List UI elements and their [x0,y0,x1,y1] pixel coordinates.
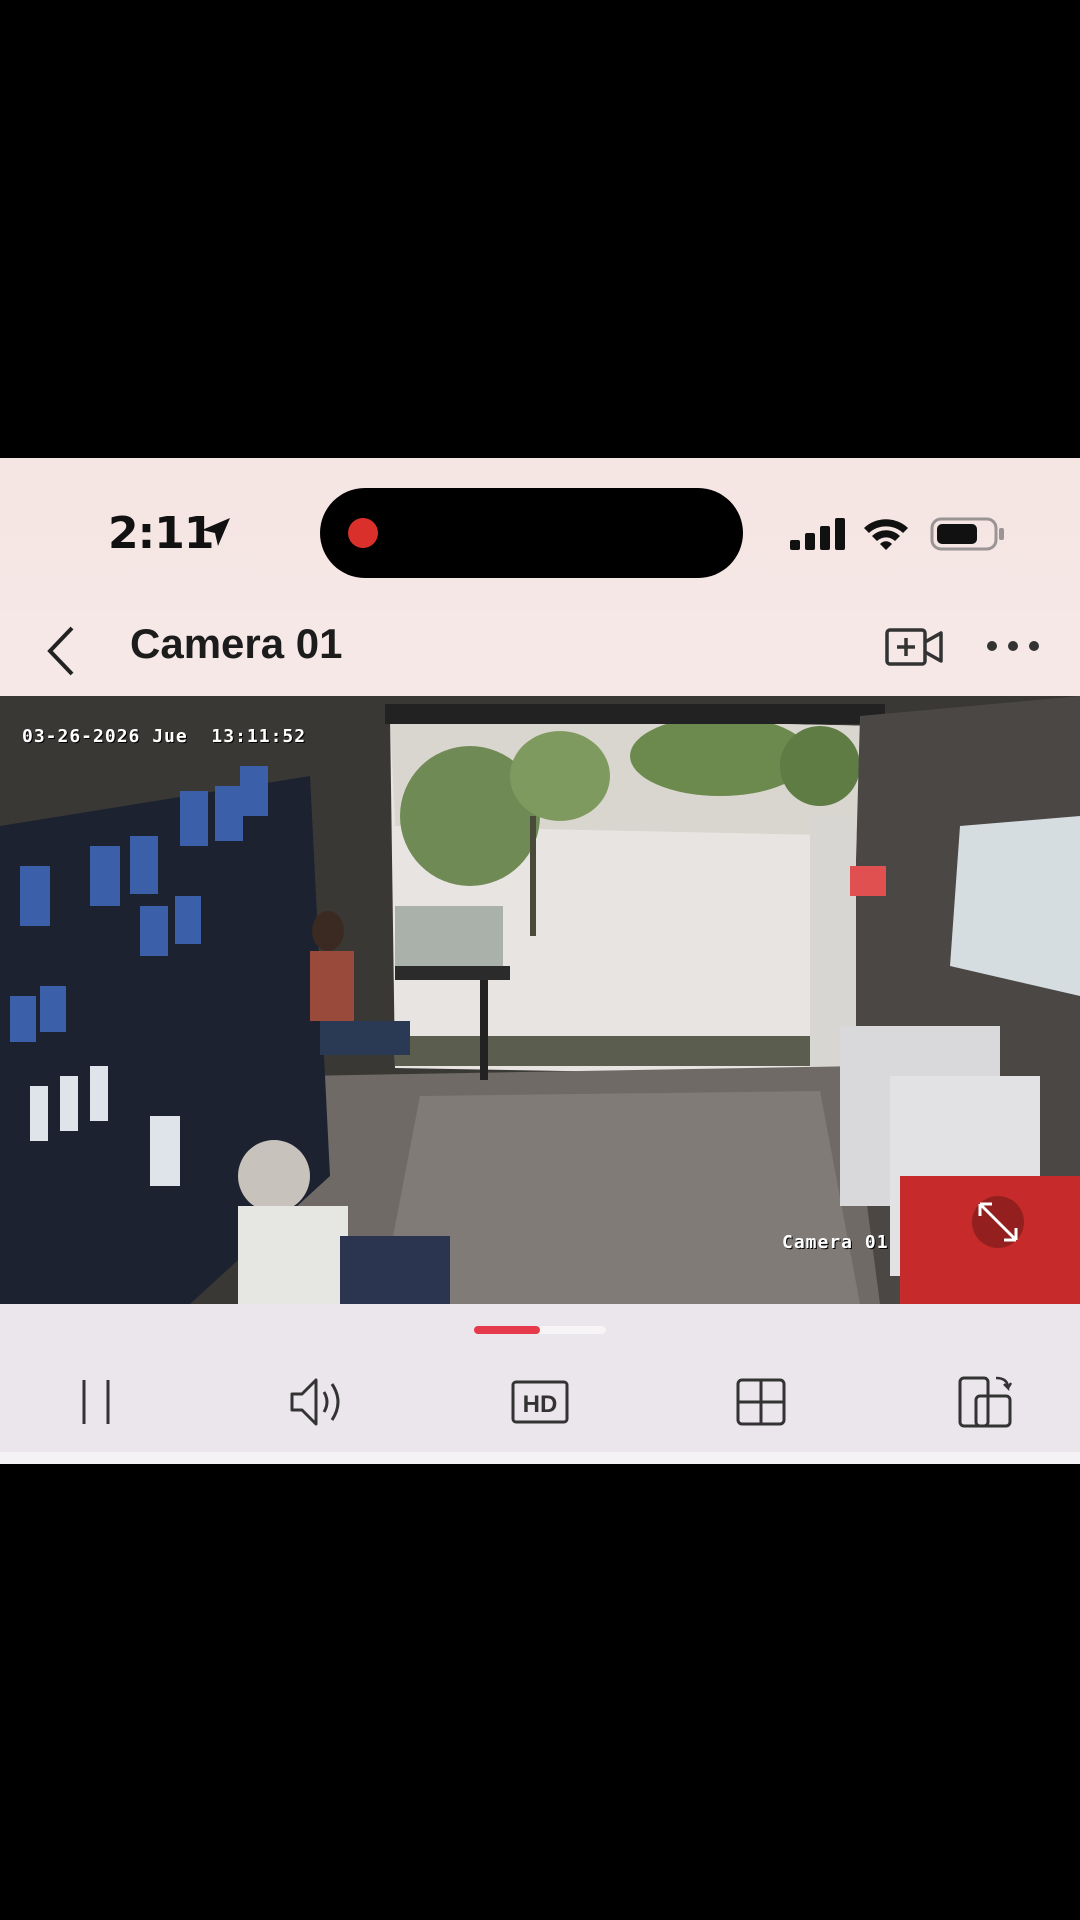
battery-icon [930,517,1004,551]
grid-layout-button[interactable] [732,1374,792,1430]
camera-scene-image [0,696,1080,1304]
grid-icon [736,1378,786,1426]
fullscreen-icon[interactable] [972,1196,1024,1248]
page-indicator-fill [474,1326,540,1334]
page-title: Camera 01 [130,620,343,667]
orientation-icon [958,1376,1013,1428]
cellular-signal-icon [790,518,845,550]
orientation-button[interactable] [954,1374,1014,1430]
status-bar: 2:11 [0,458,1080,610]
page-indicator [474,1326,606,1334]
volume-button[interactable] [288,1374,348,1430]
add-video-icon[interactable] [884,622,944,670]
playback-controls: HD [0,1304,1080,1464]
hd-button[interactable]: HD [510,1374,570,1430]
pause-icon [82,1380,110,1424]
more-icon[interactable] [984,638,1042,654]
camera-video-feed[interactable]: 03-26-2026 Jue 13:11:52 Camera 01 [0,696,1080,1304]
pause-button[interactable] [66,1374,126,1430]
svg-text:HD: HD [523,1391,558,1418]
wifi-icon [864,519,908,550]
volume-icon [290,1378,340,1426]
status-time: 2:11 [108,508,214,559]
dynamic-island [320,488,743,578]
hd-icon: HD [511,1380,569,1424]
recording-dot-icon [348,518,378,548]
location-arrow-icon [202,518,230,546]
nav-bar: Camera 01 [0,610,1080,696]
osd-datetime: 03-26-2026 Jue 13:11:52 [22,726,307,747]
bottom-strip [0,1452,1080,1464]
chevron-left-icon[interactable] [42,622,82,680]
osd-camera-label: Camera 01 [782,1232,889,1253]
